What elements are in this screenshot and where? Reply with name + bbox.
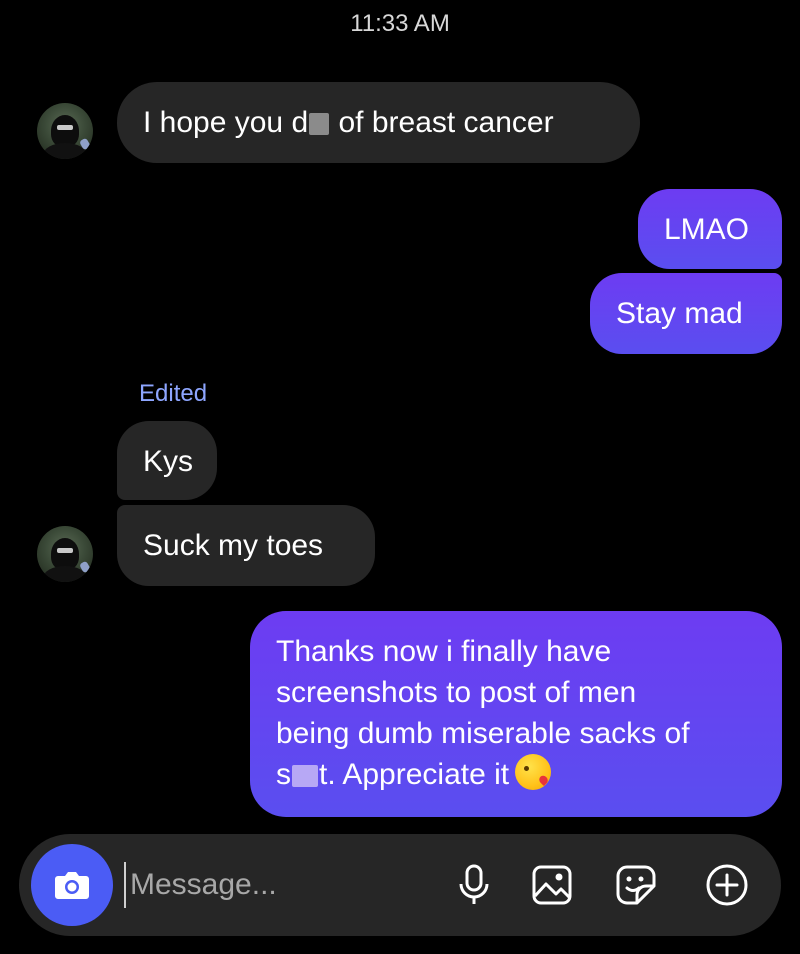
voice-button[interactable]: [449, 860, 499, 910]
message-text: Kys: [143, 445, 194, 478]
incoming-message[interactable]: I hope you d of breast cancer: [117, 82, 640, 163]
camera-icon: [55, 872, 89, 899]
kissing-face-emoji-icon: [515, 754, 552, 790]
outgoing-message[interactable]: Stay mad: [590, 273, 782, 354]
message-text: t. Appreciate it: [319, 758, 510, 791]
incoming-message[interactable]: Kys: [117, 421, 217, 500]
outgoing-message[interactable]: LMAO: [638, 189, 782, 269]
contact-avatar[interactable]: [37, 103, 93, 159]
message-text: Stay mad: [616, 297, 743, 330]
message-text: s: [276, 758, 291, 791]
message-line: screenshots to post of men: [276, 676, 637, 709]
message-text: Suck my toes: [143, 529, 324, 562]
microphone-icon: [459, 864, 489, 904]
incoming-message[interactable]: Suck my toes: [117, 505, 375, 586]
edited-label: Edited: [139, 380, 208, 407]
sticker-icon: [616, 865, 656, 905]
sticker-button[interactable]: [611, 860, 661, 910]
censor-blur: [292, 765, 318, 788]
gallery-button[interactable]: [527, 860, 577, 910]
add-icon: [706, 864, 748, 906]
message-input[interactable]: [124, 862, 450, 908]
more-button[interactable]: [702, 860, 752, 910]
timestamp: 11:33 AM: [350, 10, 450, 37]
contact-avatar[interactable]: [37, 526, 93, 582]
message-text: I hope you d: [143, 106, 309, 139]
message-composer: [19, 834, 781, 936]
message-line: being dumb miserable sacks of: [276, 717, 690, 750]
camera-button[interactable]: [31, 844, 113, 926]
message-text: of breast cancer: [330, 106, 554, 139]
message-line: s t. Appreciate it: [276, 754, 782, 795]
message-line: Thanks now i finally have: [276, 635, 612, 668]
image-icon: [532, 865, 572, 905]
outgoing-message[interactable]: Thanks now i finally have screenshots to…: [250, 611, 782, 817]
message-text: LMAO: [664, 213, 750, 246]
censor-blur: [309, 113, 330, 136]
